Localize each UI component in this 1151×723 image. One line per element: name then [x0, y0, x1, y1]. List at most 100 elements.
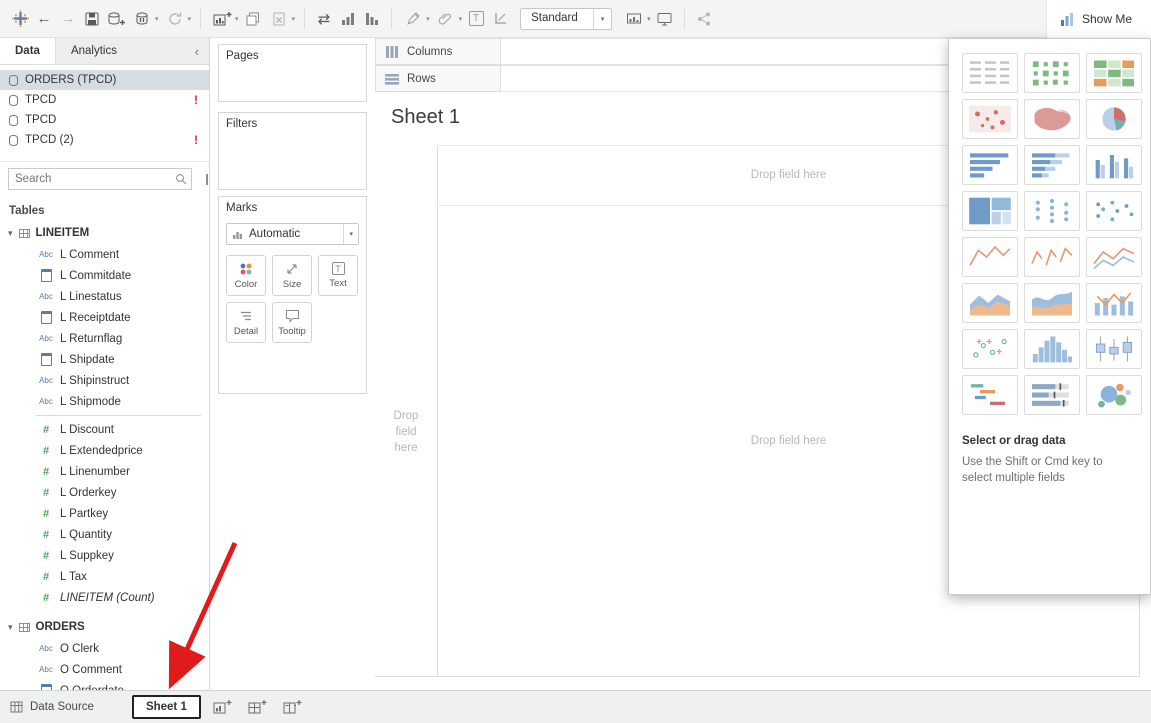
showme-stacked-bars-icon[interactable] [1024, 145, 1080, 185]
showme-pie-chart-icon[interactable] [1086, 99, 1142, 139]
field-row[interactable]: L Orderkey [0, 482, 209, 503]
collapse-pane-icon[interactable]: ‹ [185, 38, 209, 64]
new-worksheet-button[interactable] [210, 697, 236, 717]
redo-icon[interactable]: → [56, 7, 80, 31]
presentation-mode-icon[interactable] [653, 7, 677, 31]
field-row[interactable]: L Extendedprice [0, 440, 209, 461]
field-row[interactable]: L Linenumber [0, 461, 209, 482]
field-row[interactable]: L Receiptdate [0, 307, 209, 328]
showme-gantt-icon[interactable] [962, 375, 1018, 415]
color-button[interactable]: Color [226, 255, 266, 296]
group-members-caret-icon[interactable]: ▾ [459, 15, 463, 23]
show-me-button[interactable]: Show Me [1046, 0, 1151, 38]
detail-button[interactable]: Detail [226, 302, 266, 343]
duplicate-sheet-icon[interactable] [241, 7, 265, 31]
drop-zone-left[interactable]: Drop field here [383, 408, 429, 456]
showme-scatter-plots-icon[interactable] [962, 329, 1018, 369]
showme-dual-lines-icon[interactable] [1086, 237, 1142, 277]
share-icon[interactable] [692, 7, 716, 31]
tableau-logo-icon[interactable] [8, 7, 32, 31]
showme-heat-map-icon[interactable] [1024, 53, 1080, 93]
showme-filled-map-icon[interactable] [1024, 99, 1080, 139]
fit-axes-icon[interactable] [622, 7, 646, 31]
save-icon[interactable] [80, 7, 104, 31]
run-updates-caret-icon[interactable]: ▾ [188, 15, 192, 23]
table-group-orders[interactable]: ▾ ORDERS [0, 616, 209, 638]
clear-sheet-icon[interactable] [267, 7, 291, 31]
showme-area-charts-discrete-icon[interactable] [1024, 283, 1080, 323]
size-button[interactable]: Size [272, 255, 312, 296]
show-mark-labels-icon[interactable]: T [464, 7, 488, 31]
new-story-button[interactable] [280, 697, 306, 717]
field-row[interactable]: LINEITEM (Count) [0, 587, 209, 608]
highlight-caret-icon[interactable]: ▾ [426, 15, 430, 23]
highlight-icon[interactable] [401, 7, 425, 31]
showme-side-by-side-circles-icon[interactable] [1086, 191, 1142, 231]
fit-select[interactable]: Standard ▾ [520, 8, 612, 30]
field-row[interactable]: O Orderdate [0, 680, 209, 690]
swap-rows-columns-icon[interactable]: ⇄ [312, 7, 336, 31]
pause-auto-updates-icon[interactable] [130, 7, 154, 31]
pause-updates-caret-icon[interactable]: ▾ [155, 15, 159, 23]
new-data-source-icon[interactable] [104, 7, 128, 31]
field-row[interactable]: L Commitdate [0, 265, 209, 286]
showme-bullet-graphs-icon[interactable] [1024, 375, 1080, 415]
showme-treemap-icon[interactable] [962, 191, 1018, 231]
clear-sheet-caret-icon[interactable]: ▾ [292, 15, 296, 23]
showme-horizontal-bars-icon[interactable] [962, 145, 1018, 185]
datasource-item[interactable]: TPCD ! [0, 90, 209, 110]
field-row[interactable]: L Partkey [0, 503, 209, 524]
showme-area-charts-continuous-icon[interactable] [962, 283, 1018, 323]
tab-data[interactable]: Data [0, 38, 56, 64]
table-group-lineitem[interactable]: ▾ LINEITEM [0, 222, 209, 244]
text-button[interactable]: T Text [318, 255, 358, 296]
field-row[interactable]: L Shipinstruct [0, 370, 209, 391]
new-worksheet-caret-icon[interactable]: ▾ [235, 15, 239, 23]
showme-symbol-map-icon[interactable] [962, 99, 1018, 139]
showme-circle-views-icon[interactable] [1024, 191, 1080, 231]
field-row[interactable]: O Comment [0, 659, 209, 680]
fit-select-caret-icon[interactable]: ▾ [593, 9, 611, 29]
showme-packed-bubbles-icon[interactable] [1086, 375, 1142, 415]
tab-analytics[interactable]: Analytics [56, 38, 132, 64]
fit-axes-caret-icon[interactable]: ▾ [647, 15, 651, 23]
showme-discrete-lines-icon[interactable] [1024, 237, 1080, 277]
sort-ascending-icon[interactable] [336, 7, 360, 31]
search-input[interactable] [9, 173, 175, 185]
datasource-item[interactable]: ORDERS (TPCD) [0, 70, 209, 90]
field-row[interactable]: L Quantity [0, 524, 209, 545]
sheet1-tab[interactable]: Sheet 1 [132, 695, 201, 719]
run-auto-updates-icon[interactable] [163, 7, 187, 31]
datasource-item[interactable]: TPCD (2) ! [0, 130, 209, 150]
field-row[interactable]: L Shipdate [0, 349, 209, 370]
showme-dual-combination-icon[interactable] [1086, 283, 1142, 323]
datasource-item[interactable]: TPCD [0, 110, 209, 130]
data-source-tab[interactable]: Data Source [0, 691, 108, 723]
field-row[interactable]: L Tax [0, 566, 209, 587]
filters-shelf[interactable]: Filters [218, 112, 367, 190]
fix-axes-icon[interactable] [488, 7, 512, 31]
tooltip-button[interactable]: Tooltip [272, 302, 312, 343]
field-row[interactable]: L Discount [0, 419, 209, 440]
undo-icon[interactable]: ← [32, 7, 56, 31]
collapse-caret-icon[interactable]: ▾ [8, 228, 13, 239]
field-row[interactable]: L Shipmode [0, 391, 209, 412]
field-row[interactable]: O Clerk [0, 638, 209, 659]
field-row[interactable]: L Comment [0, 244, 209, 265]
new-dashboard-button[interactable] [245, 697, 271, 717]
showme-highlight-table-icon[interactable] [1086, 53, 1142, 93]
sort-descending-icon[interactable] [360, 7, 384, 31]
showme-continuous-lines-icon[interactable] [962, 237, 1018, 277]
pages-shelf[interactable]: Pages [218, 44, 367, 102]
showme-box-and-whisker-icon[interactable] [1086, 329, 1142, 369]
showme-text-table-icon[interactable] [962, 53, 1018, 93]
view-options-icon[interactable] [206, 174, 208, 185]
mark-type-dropdown[interactable]: Automatic ▾ [226, 223, 359, 245]
field-row[interactable]: L Linestatus [0, 286, 209, 307]
collapse-caret-icon[interactable]: ▾ [8, 622, 13, 633]
mark-type-caret-icon[interactable]: ▾ [343, 224, 358, 244]
showme-histogram-icon[interactable] [1024, 329, 1080, 369]
field-row[interactable]: L Returnflag [0, 328, 209, 349]
group-members-icon[interactable] [434, 7, 458, 31]
new-worksheet-icon[interactable] [210, 7, 234, 31]
